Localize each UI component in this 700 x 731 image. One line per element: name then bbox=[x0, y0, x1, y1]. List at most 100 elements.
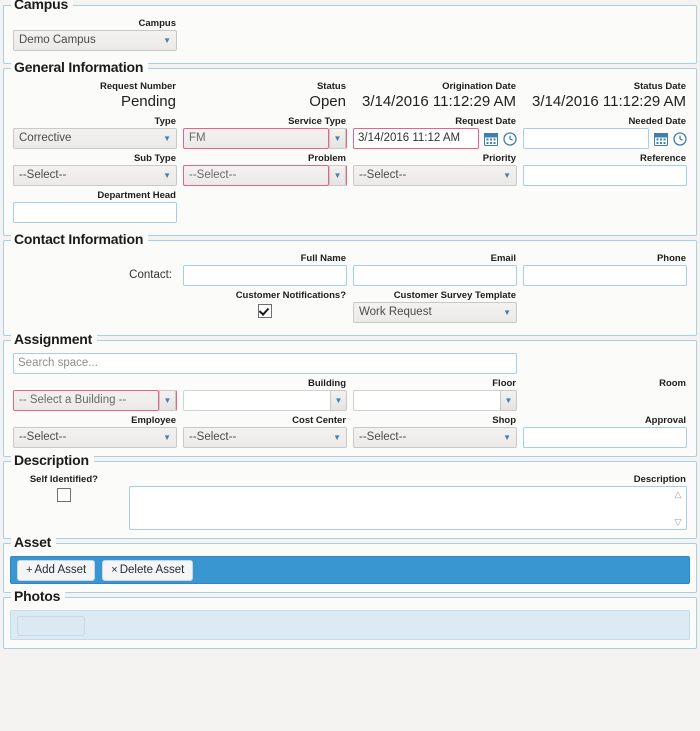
section-description: Description Self Identified? Description bbox=[3, 453, 697, 539]
floor-value[interactable] bbox=[183, 390, 330, 411]
field-status: Status Open bbox=[180, 81, 350, 112]
calendar-icon[interactable] bbox=[483, 132, 498, 146]
asset-toolbar: + Add Asset × Delete Asset bbox=[10, 556, 690, 584]
clock-icon[interactable] bbox=[503, 131, 517, 146]
request-date-icons bbox=[479, 131, 517, 146]
problem-combo[interactable]: --Select-- ▼ bbox=[183, 165, 347, 186]
reference-input[interactable] bbox=[523, 165, 687, 186]
clock-icon[interactable] bbox=[673, 131, 687, 146]
customer-survey-template-label: Customer Survey Template bbox=[393, 290, 516, 301]
field-needed-date: Needed Date bbox=[520, 116, 690, 149]
delete-asset-button[interactable]: × Delete Asset bbox=[102, 560, 194, 581]
section-photos: Photos bbox=[3, 589, 697, 649]
employee-select[interactable]: --Select-- ▼ bbox=[13, 427, 177, 448]
section-assignment-legend: Assignment bbox=[11, 332, 98, 347]
description-scrollbar[interactable]: △ ▽ bbox=[670, 488, 685, 528]
shop-select[interactable]: --Select-- ▼ bbox=[353, 427, 517, 448]
building-value[interactable]: -- Select a Building -- bbox=[13, 390, 159, 411]
customer-survey-template-value: Work Request bbox=[359, 306, 432, 318]
priority-select[interactable]: --Select-- ▼ bbox=[353, 165, 517, 186]
room-combo[interactable]: ▼ bbox=[353, 390, 517, 411]
sub-type-label: Sub Type bbox=[133, 153, 176, 164]
contact-spacer-label bbox=[13, 253, 177, 264]
field-campus: Campus Demo Campus ▼ bbox=[10, 18, 180, 51]
field-request-date: Request Date 3/14/2016 11:12 AM bbox=[350, 116, 520, 149]
status-value: Open bbox=[309, 93, 346, 110]
priority-select-value: --Select-- bbox=[359, 169, 407, 181]
contact-spacer-4 bbox=[520, 290, 690, 323]
search-space-input[interactable]: Search space... bbox=[13, 353, 517, 374]
chevron-down-icon: ▼ bbox=[333, 171, 342, 180]
cost-center-select[interactable]: --Select-- ▼ bbox=[183, 427, 347, 448]
origination-date-value: 3/14/2016 11:12:29 AM bbox=[361, 93, 516, 110]
service-type-combo[interactable]: FM ▼ bbox=[183, 128, 347, 149]
department-head-input[interactable] bbox=[13, 202, 177, 223]
sub-type-select[interactable]: --Select-- ▼ bbox=[13, 165, 177, 186]
building-dropdown-button[interactable]: ▼ bbox=[159, 390, 176, 411]
full-name-label: Full Name bbox=[300, 253, 346, 264]
request-date-label: Request Date bbox=[455, 116, 516, 127]
customer-survey-template-select[interactable]: Work Request ▼ bbox=[353, 302, 517, 323]
field-description: Description △ ▽ bbox=[126, 474, 690, 530]
close-icon: × bbox=[111, 564, 118, 576]
general-spacer-4 bbox=[520, 190, 690, 223]
campus-select[interactable]: Demo Campus ▼ bbox=[13, 30, 177, 51]
needed-date-input[interactable] bbox=[523, 128, 649, 149]
status-label: Status bbox=[316, 81, 346, 92]
section-asset: Asset + Add Asset × Delete Asset bbox=[3, 535, 697, 593]
chevron-down-icon: ▼ bbox=[503, 433, 511, 442]
full-name-input[interactable] bbox=[183, 265, 347, 286]
problem-value[interactable]: --Select-- bbox=[183, 165, 329, 186]
field-shop: Shop --Select-- ▼ bbox=[350, 415, 520, 448]
room-value[interactable] bbox=[353, 390, 500, 411]
floor-combo[interactable]: ▼ bbox=[183, 390, 347, 411]
calendar-icon[interactable] bbox=[653, 132, 668, 146]
self-identified-checkbox[interactable] bbox=[57, 488, 72, 502]
employee-select-value: --Select-- bbox=[19, 431, 67, 443]
section-general-information: General Information Request Number Pendi… bbox=[3, 60, 697, 236]
priority-label: Priority bbox=[482, 153, 516, 164]
campus-select-value: Demo Campus bbox=[19, 34, 96, 46]
contact-label-cell: Contact: bbox=[10, 253, 180, 286]
customer-notifications-checkbox[interactable] bbox=[258, 304, 272, 318]
floor-dropdown-button[interactable]: ▼ bbox=[330, 390, 347, 411]
field-service-type: Service Type FM ▼ bbox=[180, 116, 350, 149]
type-select[interactable]: Corrective ▼ bbox=[13, 128, 177, 149]
building-combo[interactable]: -- Select a Building -- ▼ bbox=[13, 390, 177, 411]
request-number-value: Pending bbox=[120, 93, 176, 110]
section-contact-information: Contact Information Contact: Full Name E… bbox=[3, 232, 697, 336]
chevron-down-icon[interactable]: ▽ bbox=[673, 518, 683, 527]
type-select-value: Corrective bbox=[19, 132, 72, 144]
needed-date-label: Needed Date bbox=[628, 116, 686, 127]
cost-center-label: Cost Center bbox=[292, 415, 346, 426]
field-self-identified: Self Identified? bbox=[10, 474, 119, 530]
problem-label: Problem bbox=[307, 153, 346, 164]
approval-input[interactable] bbox=[523, 427, 687, 448]
email-input[interactable] bbox=[353, 265, 517, 286]
service-type-dropdown-button[interactable]: ▼ bbox=[329, 128, 346, 149]
building-label: Building bbox=[308, 378, 346, 389]
field-employee: Employee --Select-- ▼ bbox=[10, 415, 180, 448]
section-campus: Campus Campus Demo Campus ▼ bbox=[3, 0, 697, 64]
contact-label: Contact: bbox=[129, 269, 172, 281]
cost-center-select-value: --Select-- bbox=[189, 431, 237, 443]
assignment-spacer-search bbox=[520, 353, 690, 374]
phone-input[interactable] bbox=[523, 265, 687, 286]
add-asset-button[interactable]: + Add Asset bbox=[17, 560, 96, 581]
origination-date-label: Origination Date bbox=[442, 81, 516, 92]
field-approval: Approval bbox=[520, 415, 690, 448]
room-label-cell: Room bbox=[520, 378, 690, 411]
room-dropdown-button[interactable]: ▼ bbox=[500, 390, 517, 411]
photos-toolbar bbox=[10, 610, 690, 640]
section-campus-legend: Campus bbox=[11, 0, 74, 12]
description-textarea[interactable]: △ ▽ bbox=[128, 486, 687, 530]
field-request-number: Request Number Pending bbox=[10, 81, 180, 112]
service-type-value[interactable]: FM bbox=[183, 128, 329, 149]
field-origination-date: Origination Date 3/14/2016 11:12:29 AM bbox=[350, 81, 520, 112]
problem-dropdown-button[interactable]: ▼ bbox=[329, 165, 346, 186]
chevron-down-icon: ▼ bbox=[503, 171, 511, 180]
photo-action-button[interactable] bbox=[17, 616, 85, 636]
chevron-up-icon[interactable]: △ bbox=[673, 490, 683, 499]
request-date-input[interactable]: 3/14/2016 11:12 AM bbox=[353, 128, 479, 149]
